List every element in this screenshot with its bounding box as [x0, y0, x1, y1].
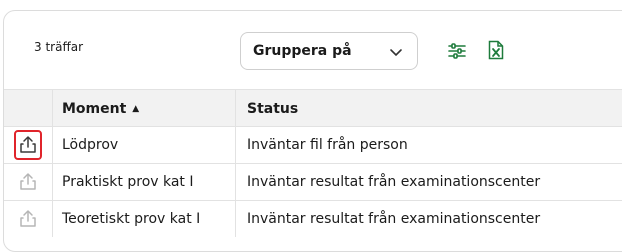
sliders-icon[interactable]	[447, 41, 467, 61]
upload-icon[interactable]	[18, 172, 38, 192]
hits-count: 3 träffar	[34, 40, 83, 54]
group-by-select[interactable]: Gruppera på	[240, 32, 418, 70]
row-moment: Praktiskt prov kat I	[52, 164, 236, 200]
row-status: Inväntar resultat från examinationscente…	[247, 211, 541, 227]
upload-icon[interactable]	[14, 130, 42, 160]
column-header-moment[interactable]: Moment ▲	[52, 90, 236, 127]
table-row: Praktiskt prov kat I Inväntar resultat f…	[4, 163, 622, 200]
excel-export-icon[interactable]	[488, 40, 504, 60]
upload-cell	[4, 164, 53, 200]
upload-icon[interactable]	[18, 209, 38, 229]
row-status: Inväntar resultat från examinationscente…	[247, 174, 541, 190]
upload-cell	[4, 201, 53, 237]
results-card: 3 träffar Gruppera på Moment ▲ Status Lö…	[3, 10, 622, 252]
header-action-cell	[4, 90, 53, 127]
chevron-down-icon	[390, 49, 402, 57]
upload-cell	[4, 127, 53, 163]
table-header-row: Moment ▲ Status	[4, 89, 622, 127]
row-moment: Lödprov	[52, 127, 236, 163]
column-header-status-label: Status	[247, 100, 299, 117]
column-header-status[interactable]: Status	[236, 90, 622, 127]
column-header-moment-label: Moment	[62, 100, 127, 117]
results-toolbar: 3 träffar Gruppera på	[4, 11, 622, 89]
row-status: Inväntar fil från person	[247, 137, 408, 153]
row-moment: Teoretiskt prov kat I	[52, 201, 236, 237]
table-row: Teoretiskt prov kat I Inväntar resultat …	[4, 200, 622, 237]
sort-ascending-icon: ▲	[132, 103, 140, 114]
group-by-label: Gruppera på	[253, 43, 352, 59]
table-row: Lödprov Inväntar fil från person	[4, 126, 622, 163]
